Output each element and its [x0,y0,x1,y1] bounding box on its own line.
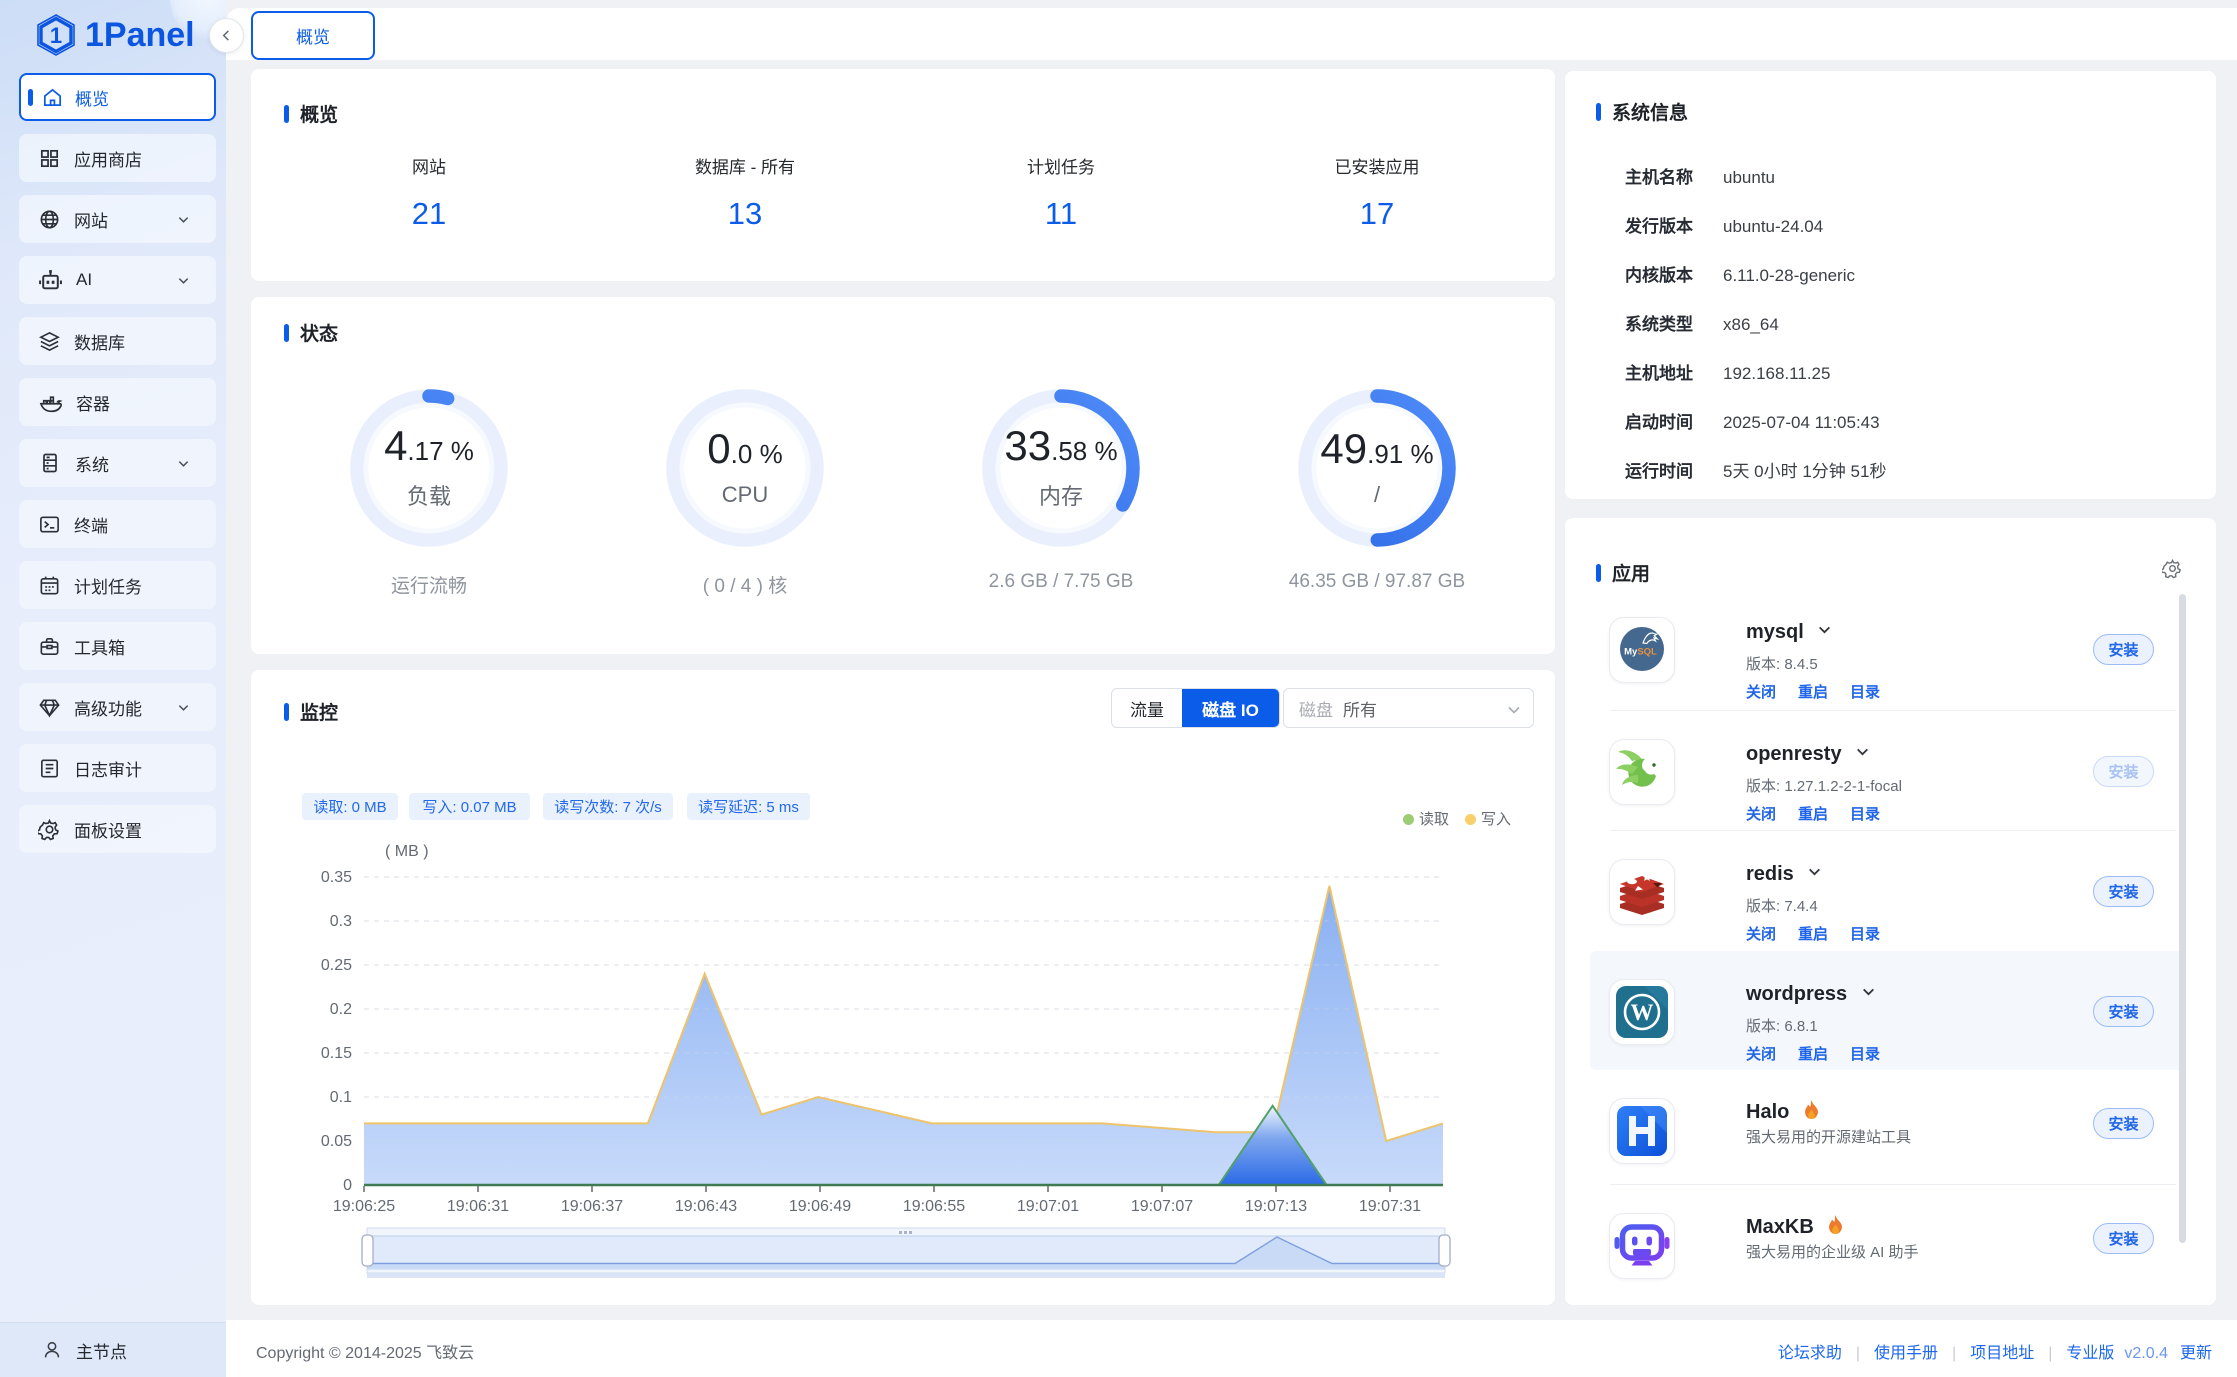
svg-text:19:06:25: 19:06:25 [333,1198,395,1215]
svg-text:0.2: 0.2 [330,1001,352,1018]
svg-text:( MB ): ( MB ) [385,843,429,860]
svg-text:19:06:37: 19:06:37 [561,1198,623,1215]
svg-text:0: 0 [343,1177,352,1194]
svg-text:19:07:13: 19:07:13 [1245,1198,1307,1215]
svg-text:19:07:31: 19:07:31 [1359,1198,1421,1215]
svg-text:0.1: 0.1 [330,1089,352,1106]
svg-text:0.35: 0.35 [321,869,352,886]
svg-text:19:07:01: 19:07:01 [1017,1198,1079,1215]
svg-text:W: W [1631,1000,1654,1025]
svg-text:19:07:07: 19:07:07 [1131,1198,1193,1215]
svg-text:19:06:31: 19:06:31 [447,1198,509,1215]
svg-text:0.25: 0.25 [321,957,352,974]
svg-text:0.05: 0.05 [321,1133,352,1150]
svg-text:1: 1 [50,23,62,48]
svg-text:19:06:55: 19:06:55 [903,1198,965,1215]
svg-text:19:06:49: 19:06:49 [789,1198,851,1215]
svg-text:0.3: 0.3 [330,913,352,930]
svg-text:19:06:43: 19:06:43 [675,1198,737,1215]
svg-text:MySQL: MySQL [1624,647,1657,658]
svg-text:0.15: 0.15 [321,1045,352,1062]
